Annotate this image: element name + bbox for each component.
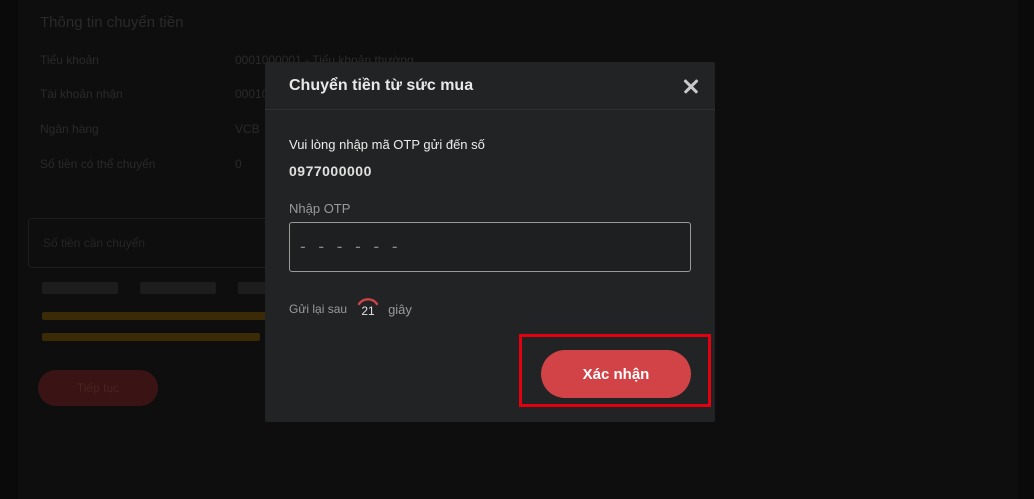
modal-header: Chuyển tiền từ sức mua [265,62,715,110]
background-chip [140,282,216,294]
background-row-value: 0 [235,157,242,171]
otp-input[interactable] [289,222,691,272]
background-section-title: Thông tin chuyển tiền [40,14,184,31]
modal-title: Chuyển tiền từ sức mua [289,77,474,94]
resend-countdown: Gửi lại sau 21 giây [289,296,412,322]
countdown-ring-icon: 21 [355,296,381,322]
background-amount-field: Số tiền cần chuyển [28,218,288,268]
background-warning-line [42,333,260,341]
resend-text: Gửi lại sau [289,302,348,316]
otp-instruction: Vui lòng nhập mã OTP gửi đến số [289,137,485,152]
background-row-label: Tiểu khoản [40,53,99,67]
phone-number: 0977000000 [289,165,372,177]
background-continue-label: Tiếp tục [76,381,120,395]
background-row-label: Ngân hàng [40,122,99,136]
background-amount-placeholder: Số tiền cần chuyển [43,236,146,250]
confirm-button[interactable]: Xác nhận [541,350,691,398]
countdown-value: 21 [361,304,375,318]
background-row-label: Số tiền có thể chuyển [40,157,156,171]
background-continue-button: Tiếp tục [38,370,158,406]
seconds-label: giây [388,301,412,317]
background-warning-line [42,312,272,320]
background-row-label: Tài khoản nhận [40,87,123,101]
otp-label: Nhập OTP [289,201,351,216]
close-icon[interactable] [679,74,703,98]
otp-modal: Chuyển tiền từ sức mua Vui lòng nhập mã … [265,62,715,422]
background-row-value: VCB [235,122,260,136]
background-chip [42,282,118,294]
